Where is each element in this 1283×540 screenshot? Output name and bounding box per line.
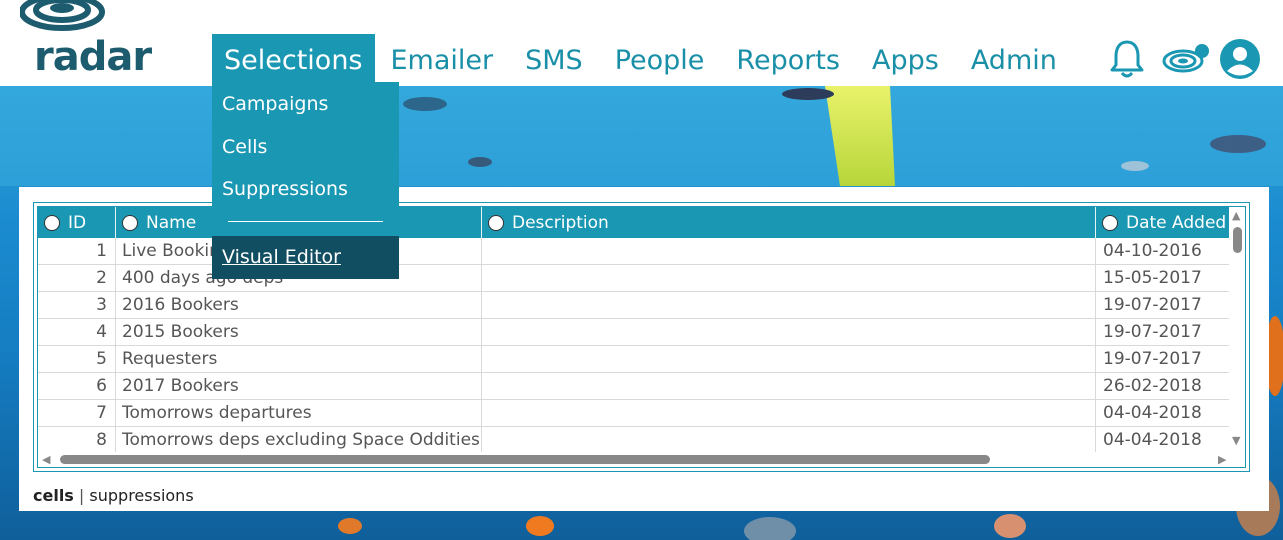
menu-item-cells[interactable]: Cells <box>222 136 267 158</box>
radar-notification-icon[interactable] <box>1162 42 1212 76</box>
bell-icon[interactable] <box>1108 39 1146 79</box>
cell-description <box>482 319 1096 346</box>
cell-description <box>482 346 1096 373</box>
cell-name: Requesters <box>116 346 482 373</box>
suppressions-link[interactable]: suppressions <box>89 486 193 505</box>
cell-name: 2017 Bookers <box>116 373 482 400</box>
radar-logo[interactable]: radar <box>16 0 156 80</box>
column-header-description[interactable]: Description <box>482 207 1096 238</box>
sort-radio-icon[interactable] <box>1102 214 1118 231</box>
cell-id: 3 <box>38 292 116 319</box>
cell-date-added: 19-07-2017 <box>1096 292 1235 319</box>
column-header-id[interactable]: ID <box>38 207 116 238</box>
user-account-icon[interactable] <box>1219 38 1261 80</box>
cell-description <box>482 265 1096 292</box>
cell-id: 5 <box>38 346 116 373</box>
cell-id: 6 <box>38 373 116 400</box>
vertical-scrollbar[interactable]: ▲ ▼ <box>1229 207 1245 453</box>
cell-description <box>482 238 1096 265</box>
sort-radio-icon[interactable] <box>44 214 60 231</box>
cells-panel: ID Name Description Date Added 1 Live Bo… <box>19 187 1269 511</box>
menu-item-suppressions[interactable]: Suppressions <box>222 178 348 200</box>
cell-date-added: 19-07-2017 <box>1096 319 1235 346</box>
nav-sms[interactable]: SMS <box>509 34 599 86</box>
cell-date-added: 26-02-2018 <box>1096 373 1235 400</box>
table-row[interactable]: 6 2017 Bookers 26-02-2018 <box>38 373 1235 400</box>
cell-date-added: 19-07-2017 <box>1096 346 1235 373</box>
cell-date-added: 15-05-2017 <box>1096 265 1235 292</box>
sort-radio-icon[interactable] <box>488 214 504 231</box>
scroll-left-arrow-icon[interactable]: ◀ <box>42 454 50 465</box>
cell-name: 2016 Bookers <box>116 292 482 319</box>
cell-description <box>482 400 1096 427</box>
nav-emailer[interactable]: Emailer <box>375 34 510 86</box>
nav-reports[interactable]: Reports <box>720 34 856 86</box>
cell-date-added: 04-10-2016 <box>1096 238 1235 265</box>
cell-description <box>482 427 1096 454</box>
nav-apps[interactable]: Apps <box>856 34 955 86</box>
cells-link[interactable]: cells <box>33 486 74 505</box>
nav-people[interactable]: People <box>599 34 721 86</box>
table-row[interactable]: 5 Requesters 19-07-2017 <box>38 346 1235 373</box>
cell-name: 2015 Bookers <box>116 319 482 346</box>
cell-name: Tomorrows departures <box>116 400 482 427</box>
menu-item-visual-editor-highlight[interactable]: Visual Editor <box>212 236 399 279</box>
selections-dropdown: Campaigns Cells Suppressions Visual Edit… <box>212 82 399 279</box>
scroll-up-arrow-icon[interactable]: ▲ <box>1232 210 1240 221</box>
cell-description <box>482 373 1096 400</box>
column-header-date-added[interactable]: Date Added <box>1096 207 1235 238</box>
sort-radio-icon[interactable] <box>122 214 138 231</box>
link-separator: | <box>78 486 85 505</box>
nav-admin[interactable]: Admin <box>955 34 1073 86</box>
table-row[interactable]: 8 Tomorrows deps excluding Space Odditie… <box>38 427 1235 454</box>
logo-wordmark: radar <box>34 34 152 80</box>
menu-item-visual-editor[interactable]: Visual Editor <box>222 246 341 268</box>
cell-id: 1 <box>38 238 116 265</box>
scroll-right-arrow-icon[interactable]: ▶ <box>1218 454 1226 465</box>
vertical-scroll-thumb[interactable] <box>1233 227 1242 253</box>
cell-id: 4 <box>38 319 116 346</box>
horizontal-scroll-thumb[interactable] <box>60 455 990 464</box>
view-switcher: cells | suppressions <box>33 486 194 505</box>
cell-date-added: 04-04-2018 <box>1096 400 1235 427</box>
cell-id: 8 <box>38 427 116 454</box>
cell-date-added: 04-04-2018 <box>1096 427 1235 454</box>
table-row[interactable]: 7 Tomorrows departures 04-04-2018 <box>38 400 1235 427</box>
scroll-down-arrow-icon[interactable]: ▼ <box>1232 435 1240 446</box>
cell-name: Tomorrows deps excluding Space Oddities <box>116 427 482 454</box>
horizontal-scrollbar[interactable]: ◀ ▶ <box>38 452 1235 467</box>
table-row[interactable]: 3 2016 Bookers 19-07-2017 <box>38 292 1235 319</box>
cell-id: 2 <box>38 265 116 292</box>
menu-divider <box>228 221 383 222</box>
cell-id: 7 <box>38 400 116 427</box>
menu-item-campaigns[interactable]: Campaigns <box>222 93 328 115</box>
main-nav: Selections Emailer SMS People Reports Ap… <box>212 34 1073 86</box>
nav-selections[interactable]: Selections <box>212 34 375 86</box>
table-row[interactable]: 4 2015 Bookers 19-07-2017 <box>38 319 1235 346</box>
top-header: radar Selections Emailer SMS People Repo… <box>0 0 1283 86</box>
radar-logo-mark-icon <box>20 0 105 31</box>
cell-description <box>482 292 1096 319</box>
